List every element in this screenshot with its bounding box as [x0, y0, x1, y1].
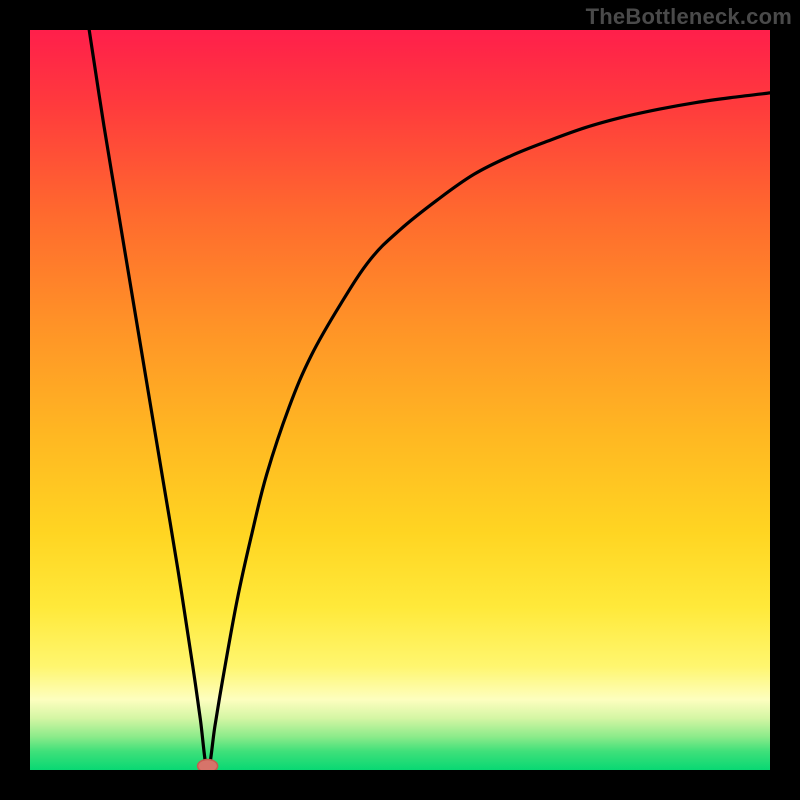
- optimum-marker: [198, 760, 218, 771]
- plot-area: [30, 30, 770, 770]
- watermark-text: TheBottleneck.com: [586, 4, 792, 30]
- chart-frame: TheBottleneck.com: [0, 0, 800, 800]
- gradient-background: [30, 30, 770, 770]
- bottleneck-chart: [30, 30, 770, 770]
